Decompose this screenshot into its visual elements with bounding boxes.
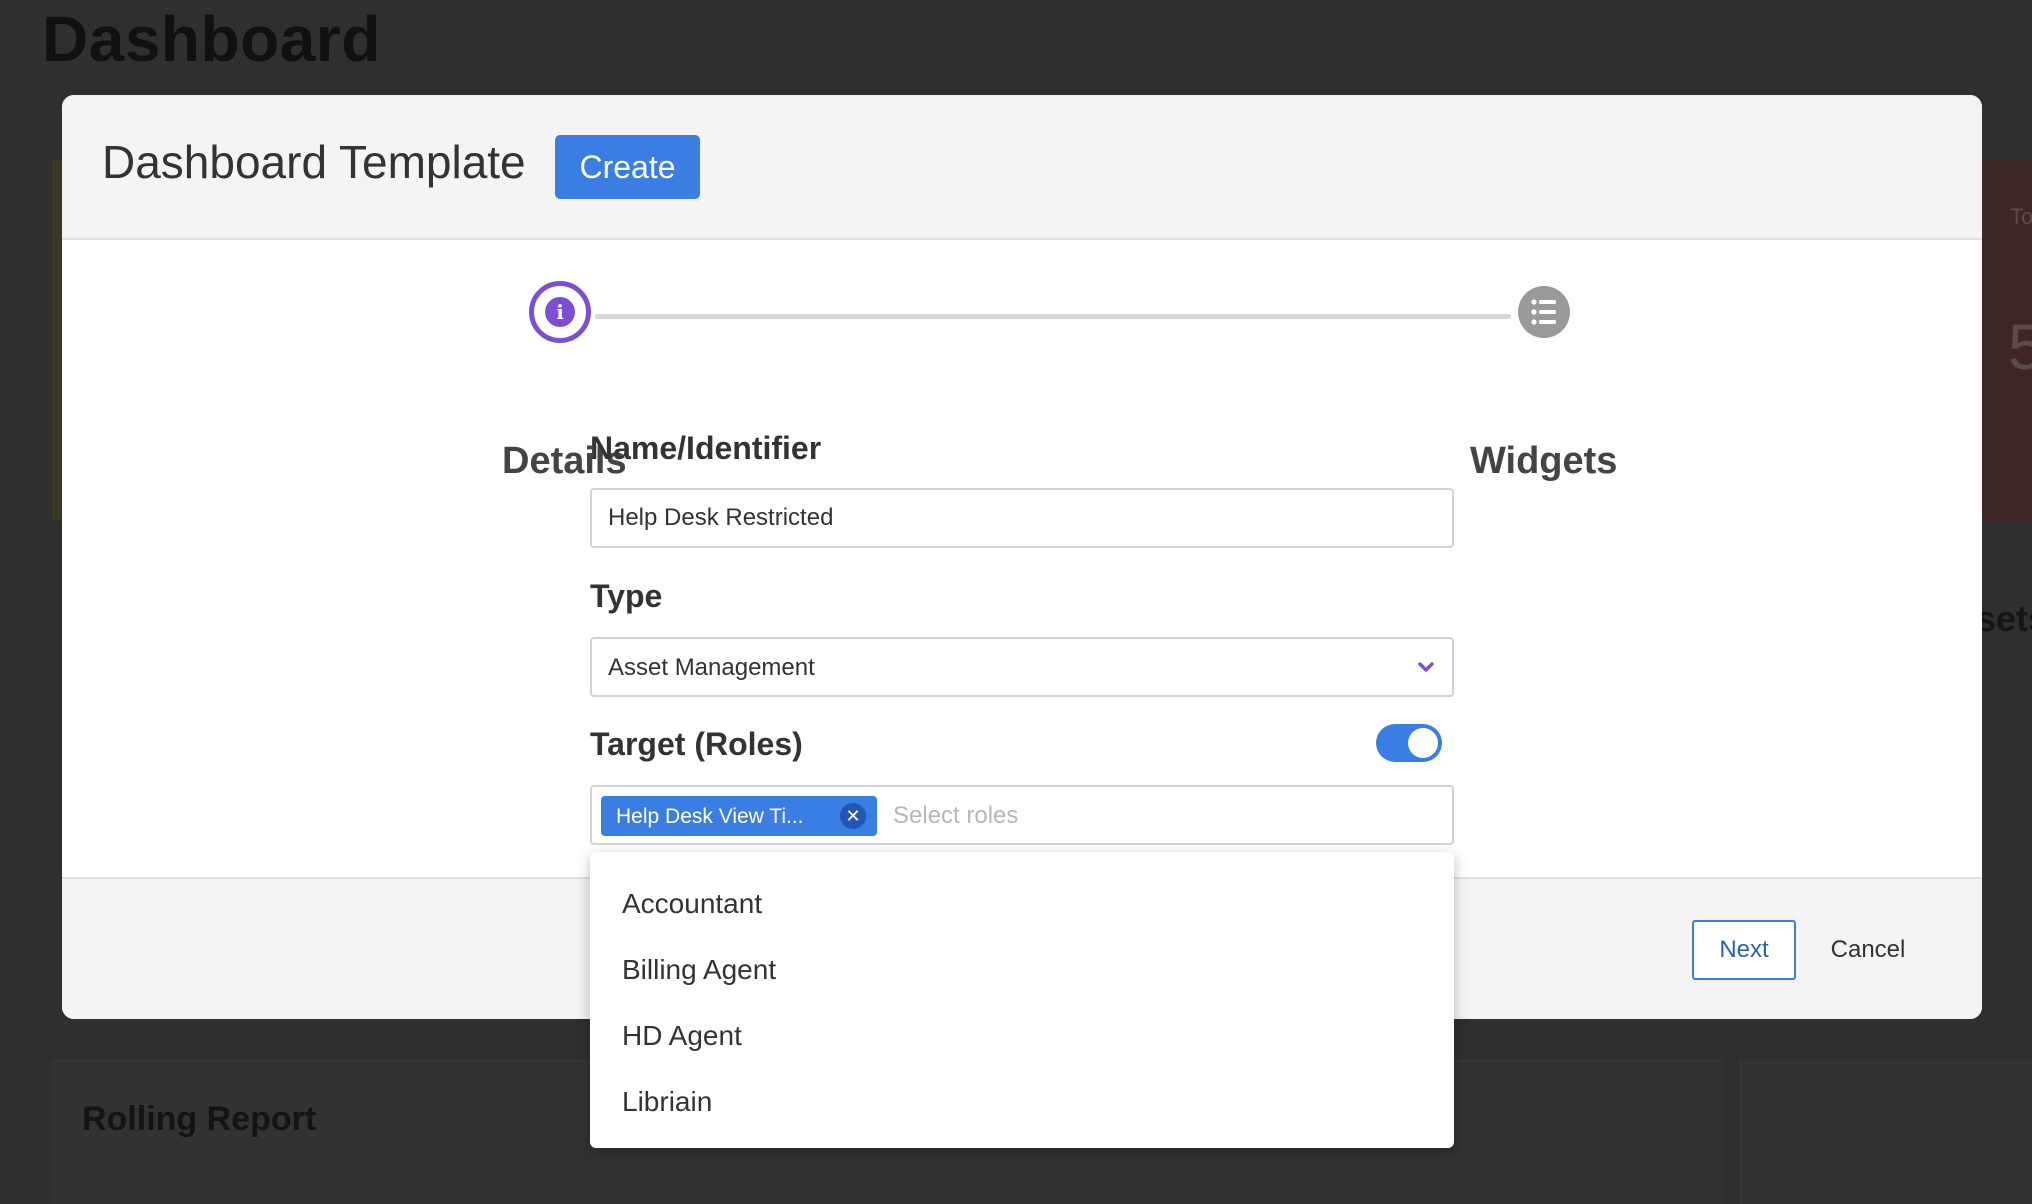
role-option[interactable]: Libriain [622,1086,712,1118]
rolling-report-title: Rolling Report [82,1100,317,1138]
background-section-text: sets [1976,598,2032,639]
type-select[interactable]: Asset Management [590,637,1454,697]
remove-chip-icon[interactable]: ✕ [840,803,866,829]
toggle-knob [1408,728,1438,758]
roles-search-placeholder[interactable]: Select roles [893,802,1018,830]
selected-role-label: Help Desk View Ti... [616,805,804,828]
background-panel-right [1740,1060,2032,1204]
background-card-number: 5 [2008,311,2032,383]
background-card-right: To 5 [1982,160,2032,522]
step-widgets-indicator[interactable] [1518,286,1570,338]
page-title: Dashboard [42,3,381,75]
step-details-indicator[interactable]: i [529,281,591,343]
name-input[interactable] [590,488,1454,548]
role-option[interactable]: HD Agent [622,1020,742,1052]
step-widgets-label[interactable]: Widgets [1470,440,1617,483]
target-roles-label: Target (Roles) [590,726,803,762]
modal-header: Dashboard Template Create [62,95,1982,240]
roles-dropdown-menu: Accountant Billing Agent HD Agent Libria… [590,852,1454,1148]
type-field-label: Type [590,578,663,614]
target-roles-toggle[interactable] [1376,724,1442,762]
list-icon [1531,299,1556,325]
background-card-label: To [2010,204,2032,229]
info-icon: i [545,297,575,327]
name-field-label: Name/Identifier [590,430,822,466]
roles-multiselect[interactable]: Help Desk View Ti... ✕ Select roles [590,785,1454,845]
type-select-value: Asset Management [608,654,815,681]
role-option[interactable]: Billing Agent [622,954,776,986]
create-button[interactable]: Create [555,135,700,199]
role-option[interactable]: Accountant [622,888,762,920]
stepper-progress-line [595,314,1511,319]
selected-role-chip: Help Desk View Ti... ✕ [601,796,877,836]
cancel-button[interactable]: Cancel [1808,920,1928,980]
chevron-down-icon [1418,662,1434,672]
modal-title: Dashboard Template [102,136,526,188]
next-button[interactable]: Next [1692,920,1796,980]
